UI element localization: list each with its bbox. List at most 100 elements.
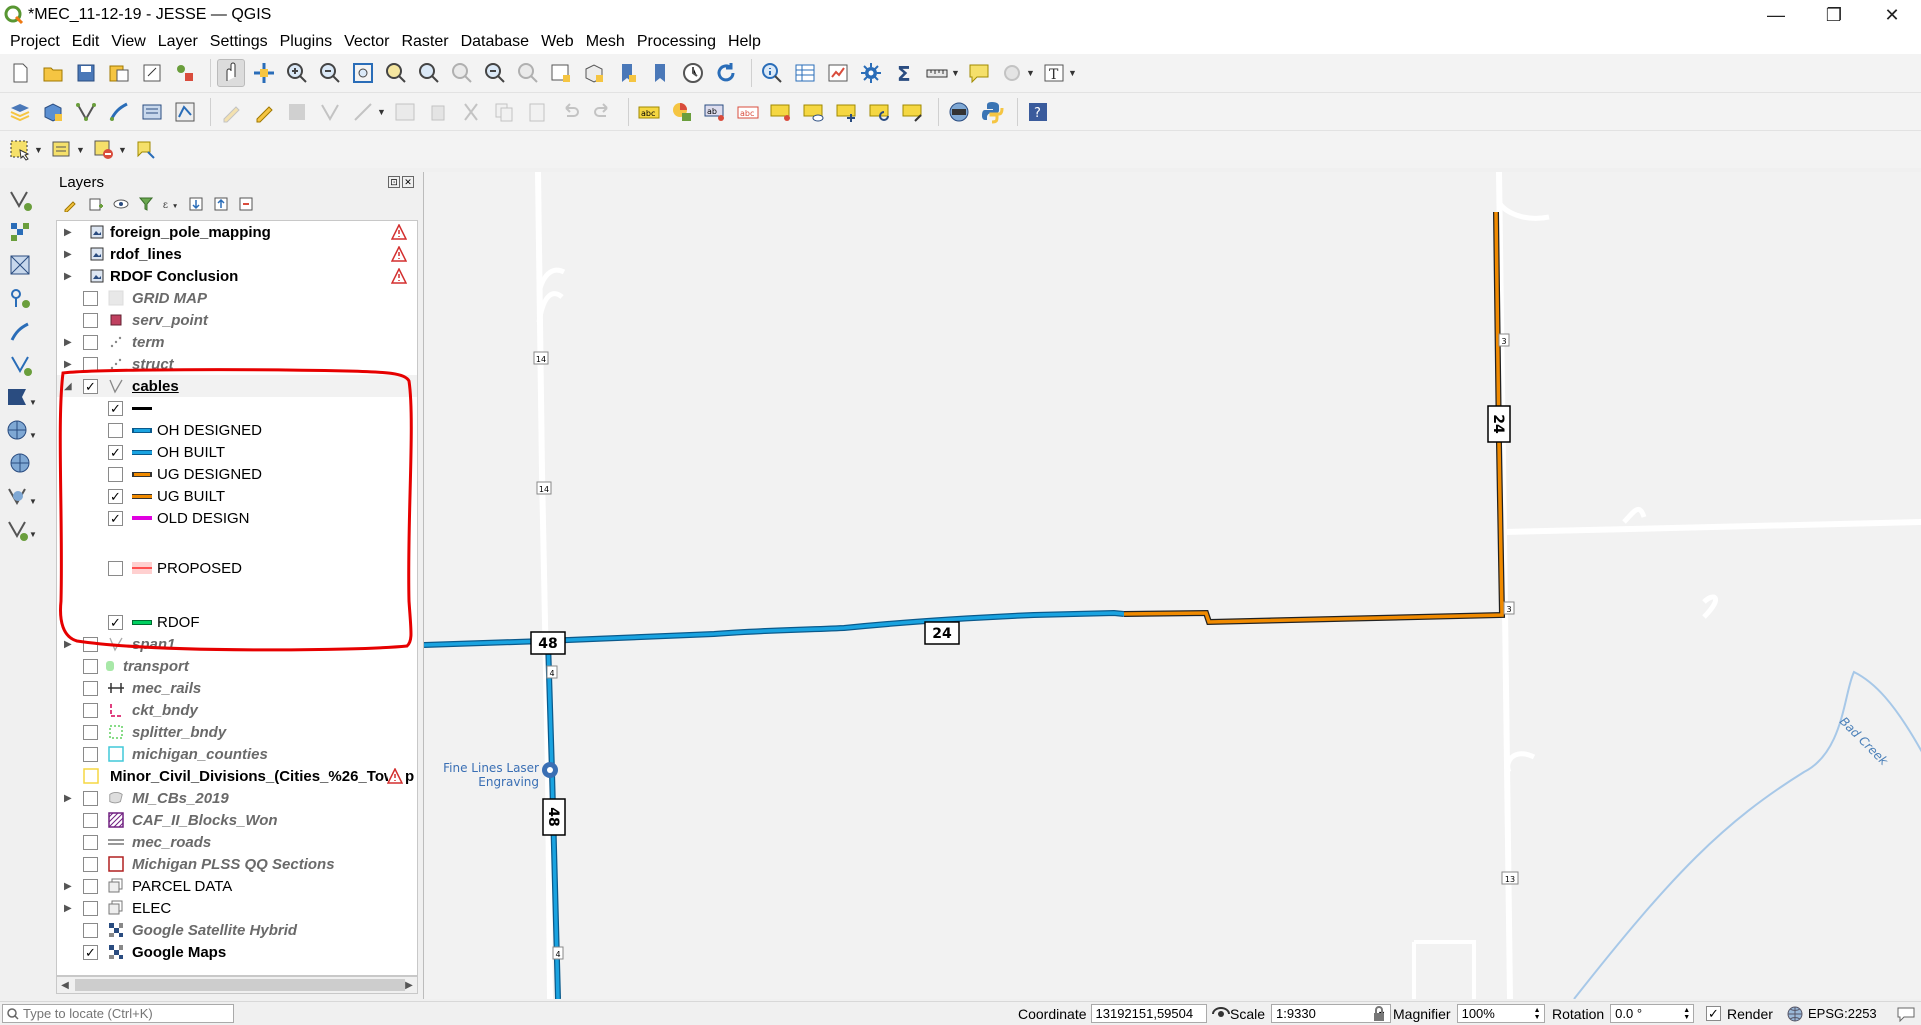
layer-row-google-satellite-hybrid[interactable]: Google Satellite Hybrid — [57, 919, 417, 941]
bookmark-new-icon[interactable] — [613, 59, 641, 87]
text-annotation-icon[interactable]: T — [1040, 59, 1068, 87]
print-layout-icon[interactable] — [138, 59, 166, 87]
float-panel-icon[interactable]: ⊡ — [388, 176, 400, 188]
scroll-thumb[interactable] — [75, 979, 405, 991]
add-raster-layer-icon[interactable] — [6, 219, 36, 247]
refresh-icon[interactable] — [712, 59, 740, 87]
menu-vector[interactable]: Vector — [338, 30, 395, 54]
vertex-dropdown-icon[interactable]: ▼ — [377, 107, 387, 117]
cable-class-proposed[interactable]: PROPOSED — [57, 553, 417, 583]
cable-class-default[interactable]: ✓ — [57, 397, 417, 419]
expression-dropdown-icon[interactable]: ▼ — [76, 145, 86, 155]
class-visibility-checkbox[interactable]: ✓ — [108, 488, 123, 504]
python-console-icon[interactable] — [978, 98, 1006, 126]
layer-visibility-checkbox[interactable] — [83, 356, 98, 372]
processing-toolbox-icon[interactable] — [857, 59, 885, 87]
layer-row-span1[interactable]: ▶ span1 — [57, 633, 417, 655]
locator-bar[interactable] — [2, 1004, 234, 1023]
layer-visibility-checkbox[interactable] — [83, 834, 98, 850]
warning-icon[interactable] — [391, 246, 407, 262]
deselect-features-icon[interactable] — [90, 136, 118, 164]
menu-help[interactable]: Help — [722, 30, 767, 54]
cable-class-rdof[interactable]: ✓ RDOF — [57, 611, 417, 633]
add-feature-icon[interactable] — [316, 98, 344, 126]
layer-row-google-maps[interactable]: ✓ Google Maps — [57, 941, 417, 963]
layer-row-cables[interactable]: ◢ ✓ cables — [57, 375, 417, 397]
class-visibility-checkbox[interactable] — [108, 466, 123, 482]
help-icon[interactable]: ? — [1024, 98, 1052, 126]
bookmarks-icon[interactable] — [646, 59, 674, 87]
expand-arrow-icon[interactable]: ▶ — [64, 331, 74, 353]
pan-map-icon[interactable] — [217, 59, 245, 87]
cable-class-old-design[interactable]: ✓ OLD DESIGN — [57, 507, 417, 529]
attribute-table-icon[interactable] — [791, 59, 819, 87]
rotation-spinbox[interactable]: 0.0 ° ▲ ▼ — [1610, 1004, 1695, 1023]
layer-row-minor-civil-divisions[interactable]: Minor_Civil_Divisions_(Cities_%26_Towns … — [57, 765, 417, 787]
cable-class-oh-built[interactable]: ✓ OH BUILT — [57, 441, 417, 463]
warning-icon[interactable] — [387, 768, 403, 784]
layer-visibility-checkbox[interactable] — [83, 312, 98, 328]
scroll-right-icon[interactable]: ▶ — [401, 977, 417, 993]
zoom-native-icon[interactable] — [448, 59, 476, 87]
warning-icon[interactable] — [391, 268, 407, 284]
render-checkbox[interactable]: ✓ — [1706, 1006, 1721, 1021]
expand-arrow-icon[interactable]: ▶ — [64, 221, 74, 243]
minimize-button[interactable]: — — [1747, 0, 1805, 30]
deselect-dropdown-icon[interactable]: ▼ — [118, 145, 128, 155]
menu-mesh[interactable]: Mesh — [580, 30, 631, 54]
zoom-next-icon[interactable] — [514, 59, 542, 87]
statistics-icon[interactable] — [824, 59, 852, 87]
zoom-last-icon[interactable] — [481, 59, 509, 87]
map-tips-icon[interactable] — [965, 59, 993, 87]
add-arcgis-layer-icon[interactable]: ▼ — [6, 483, 36, 511]
messages-button[interactable] — [1896, 1002, 1916, 1025]
expand-arrow-icon[interactable]: ▶ — [64, 633, 74, 655]
zoom-selection-icon[interactable] — [382, 59, 410, 87]
restore-button[interactable]: ❐ — [1805, 0, 1863, 30]
spin-arrows-icon[interactable]: ▲ ▼ — [1683, 1007, 1690, 1021]
menu-settings[interactable]: Settings — [204, 30, 274, 54]
menu-web[interactable]: Web — [535, 30, 580, 54]
layer-row-struct[interactable]: ▶ struct — [57, 353, 417, 375]
add-group-icon[interactable] — [87, 195, 105, 213]
expand-arrow-icon[interactable]: ▶ — [64, 875, 74, 897]
new-project-icon[interactable] — [6, 59, 34, 87]
show-hide-labels-icon[interactable] — [800, 98, 828, 126]
expand-arrow-icon[interactable]: ▶ — [64, 243, 74, 265]
add-vector-layer-icon[interactable] — [171, 98, 199, 126]
expand-arrow-icon[interactable]: ▶ — [64, 787, 74, 809]
layer-visibility-checkbox[interactable] — [83, 746, 98, 762]
sum-icon[interactable]: Σ — [890, 59, 918, 87]
digitize-icon[interactable] — [105, 98, 133, 126]
toggle-editing-icon[interactable] — [250, 98, 278, 126]
layer-visibility-checkbox[interactable]: ✓ — [83, 378, 98, 394]
layer-row-splitter-bndy[interactable]: splitter_bndy — [57, 721, 417, 743]
layer-row-term[interactable]: ▶ term — [57, 331, 417, 353]
menu-edit[interactable]: Edit — [66, 30, 106, 54]
select-dropdown-icon[interactable]: ▼ — [34, 145, 44, 155]
layer-tree-hscrollbar[interactable]: ◀ ▶ — [56, 976, 418, 994]
actions-icon[interactable] — [998, 59, 1026, 87]
rotate-label-icon[interactable] — [866, 98, 894, 126]
save-as-icon[interactable] — [105, 59, 133, 87]
add-vector-icon[interactable] — [72, 98, 100, 126]
annotation-dropdown-icon[interactable]: ▼ — [1068, 68, 1078, 78]
close-button[interactable]: ✕ — [1863, 0, 1921, 30]
move-label-icon[interactable] — [833, 98, 861, 126]
layer-visibility-checkbox[interactable] — [83, 334, 98, 350]
current-edits-icon[interactable] — [217, 98, 245, 126]
layer-row-elec[interactable]: ▶ ELEC — [57, 897, 417, 919]
zoom-out-icon[interactable] — [316, 59, 344, 87]
toggle-extents-icon[interactable] — [1211, 1005, 1231, 1023]
menu-layer[interactable]: Layer — [152, 30, 204, 54]
menu-plugins[interactable]: Plugins — [274, 30, 338, 54]
add-spatialite-icon[interactable] — [6, 351, 36, 379]
data-source-manager-icon[interactable] — [6, 98, 34, 126]
menu-project[interactable]: Project — [4, 30, 66, 54]
cable-class-oh-designed[interactable]: OH DESIGNED — [57, 419, 417, 441]
add-mesh-layer-icon[interactable] — [6, 252, 36, 280]
remove-layer-icon[interactable] — [237, 195, 255, 213]
lock-scale[interactable] — [1372, 1002, 1386, 1025]
modify-attributes-icon[interactable] — [391, 98, 419, 126]
layer-row-mec-roads[interactable]: mec_roads — [57, 831, 417, 853]
